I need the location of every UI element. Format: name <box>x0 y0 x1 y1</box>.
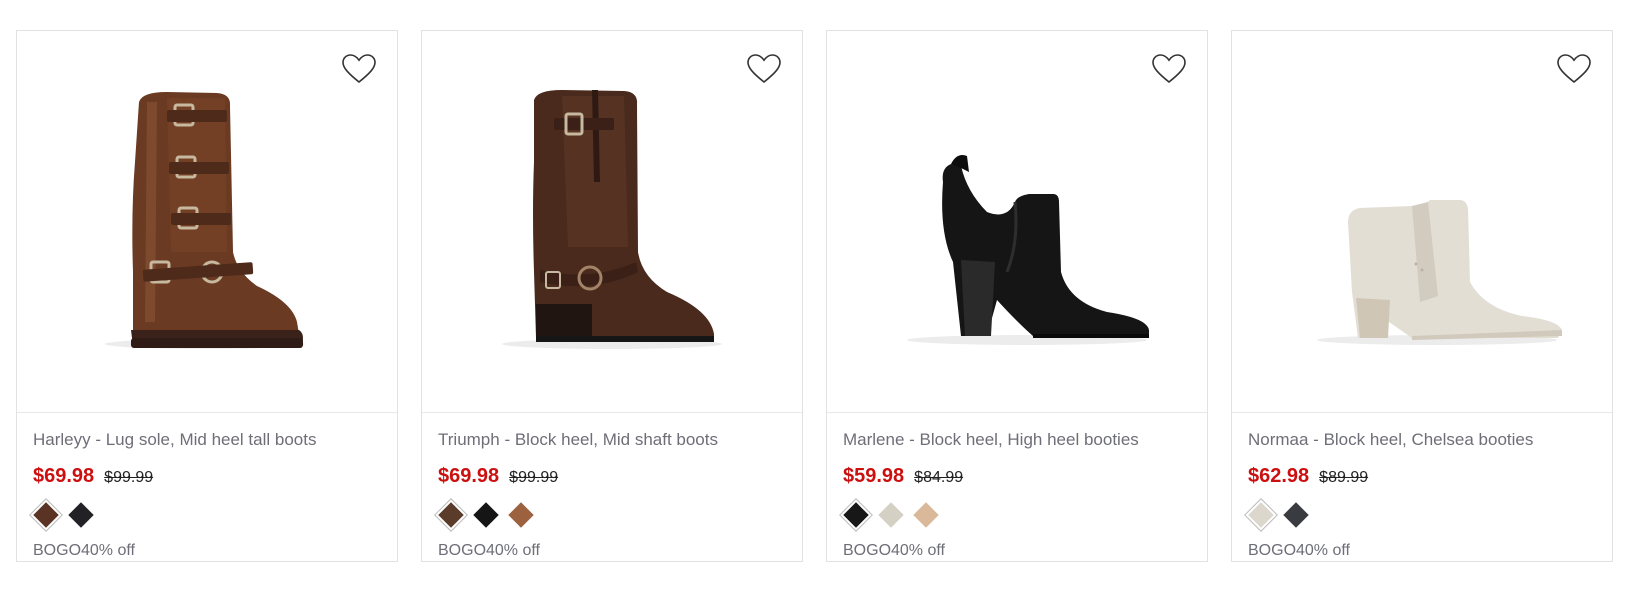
color-swatches <box>438 502 786 528</box>
color-swatch[interactable] <box>508 502 534 528</box>
product-image-area[interactable] <box>827 31 1207 413</box>
promo-label: BOGO40% off <box>1248 542 1350 559</box>
product-image-area[interactable] <box>17 31 397 413</box>
color-swatch[interactable] <box>33 502 59 528</box>
product-name[interactable]: Normaa - Block heel, Chelsea booties <box>1248 429 1596 451</box>
product-name[interactable]: Marlene - Block heel, High heel booties <box>843 429 1191 451</box>
product-card[interactable]: Harleyy - Lug sole, Mid heel tall boots … <box>16 30 398 562</box>
sale-price: $69.98 <box>33 465 95 487</box>
color-swatch[interactable] <box>1248 502 1274 528</box>
promo-label: BOGO40% off <box>438 542 540 559</box>
price-row: $69.98 $99.99 <box>33 465 381 488</box>
product-image-area[interactable] <box>1232 31 1612 413</box>
wishlist-heart-icon[interactable] <box>1151 53 1187 85</box>
black-bootie-image <box>907 154 1149 345</box>
wishlist-heart-icon[interactable] <box>1556 53 1592 85</box>
wishlist-heart-icon[interactable] <box>746 53 782 85</box>
product-name[interactable]: Harleyy - Lug sole, Mid heel tall boots <box>33 429 381 451</box>
original-price: $89.99 <box>1319 469 1369 486</box>
sale-price: $62.98 <box>1248 465 1310 487</box>
product-image-area[interactable] <box>422 31 802 413</box>
price-row: $69.98 $99.99 <box>438 465 786 488</box>
sale-price: $59.98 <box>843 465 905 487</box>
product-card[interactable]: Normaa - Block heel, Chelsea booties $62… <box>1231 30 1613 562</box>
moto-boot-image <box>502 89 722 349</box>
color-swatch[interactable] <box>68 502 94 528</box>
color-swatch[interactable] <box>1283 502 1309 528</box>
color-swatch[interactable] <box>843 502 869 528</box>
color-swatches <box>33 502 381 528</box>
original-price: $84.99 <box>914 469 964 486</box>
product-name[interactable]: Triumph - Block heel, Mid shaft boots <box>438 429 786 451</box>
color-swatches <box>843 502 1191 528</box>
color-swatch[interactable] <box>878 502 904 528</box>
product-grid: Harleyy - Lug sole, Mid heel tall boots … <box>16 30 1613 562</box>
original-price: $99.99 <box>104 469 154 486</box>
product-card[interactable]: Marlene - Block heel, High heel booties … <box>826 30 1208 562</box>
color-swatch[interactable] <box>913 502 939 528</box>
color-swatch[interactable] <box>473 502 499 528</box>
price-row: $62.98 $89.99 <box>1248 465 1596 488</box>
chelsea-bootie-image <box>1317 199 1562 345</box>
sale-price: $69.98 <box>438 465 500 487</box>
wishlist-heart-icon[interactable] <box>341 53 377 85</box>
promo-label: BOGO40% off <box>843 542 945 559</box>
price-row: $59.98 $84.99 <box>843 465 1191 488</box>
original-price: $99.99 <box>509 469 559 486</box>
color-swatches <box>1248 502 1596 528</box>
product-card[interactable]: Triumph - Block heel, Mid shaft boots $6… <box>421 30 803 562</box>
color-swatch[interactable] <box>438 502 464 528</box>
promo-label: BOGO40% off <box>33 542 135 559</box>
tall-buckle-boot-image <box>105 91 305 349</box>
